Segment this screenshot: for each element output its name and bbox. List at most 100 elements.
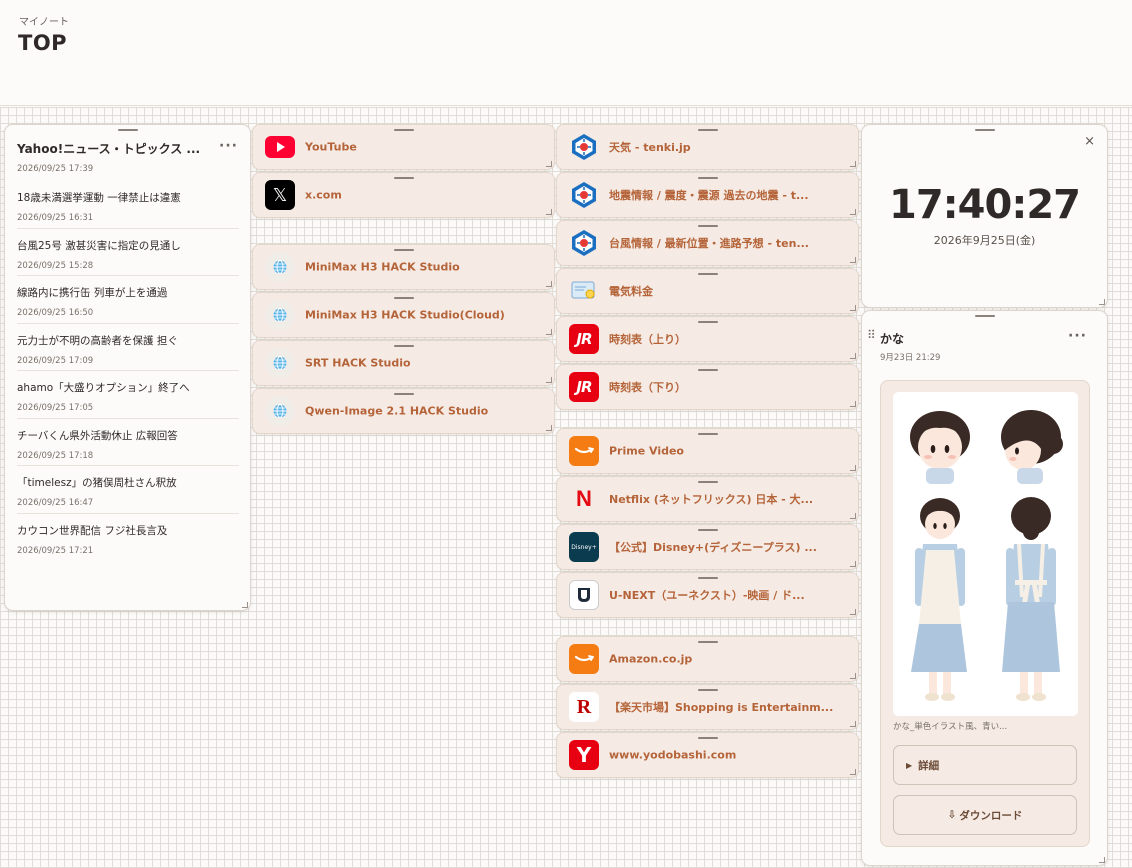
drag-handle[interactable]	[393, 129, 414, 131]
resize-handle[interactable]	[546, 377, 552, 383]
resize-handle[interactable]	[850, 257, 856, 263]
bookmark-item[interactable]: Amazon.co.jp	[556, 636, 859, 682]
drag-handle[interactable]	[697, 273, 718, 275]
bookmark-label: Qwen-Image 2.1 HACK Studio	[305, 404, 489, 418]
bookmark-item[interactable]: 電気料金	[556, 268, 859, 314]
close-button[interactable]: ×	[1084, 134, 1095, 149]
bookmark-item[interactable]: U-NEXT（ユーネクスト）-映画 / ド...	[556, 572, 859, 618]
news-item-time: 2026/09/25 17:05	[17, 403, 94, 413]
drag-handle[interactable]	[697, 641, 718, 643]
bookmark-item[interactable]: N Netflix (ネットフリックス) 日本 - 大...	[556, 476, 859, 522]
news-item[interactable]: 線路内に携行缶 列車が上を通過 2026/09/25 16:50	[17, 276, 239, 324]
bookmark-item[interactable]: Disney+ 【公式】Disney+(ディズニープラス) ...	[556, 524, 859, 570]
drag-handle[interactable]	[697, 433, 718, 435]
download-button[interactable]: ⇩ ダウンロード	[893, 795, 1077, 835]
news-widget: Yahoo!ニュース・トピックス ... ··· 2026/09/25 17:3…	[4, 124, 251, 611]
bookmark-item[interactable]: 台風情報 / 最新位置・進路予想 - ten...	[556, 220, 859, 266]
resize-handle[interactable]	[850, 305, 856, 311]
bookmark-item[interactable]: 地震情報 / 震度・震源 過去の地震 - t...	[556, 172, 859, 218]
bookmark-label: MiniMax H3 HACK Studio	[305, 260, 460, 274]
bookmark-item[interactable]: 天気 - tenki.jp	[556, 124, 859, 170]
drag-handle[interactable]	[697, 225, 718, 227]
resize-handle[interactable]	[546, 329, 552, 335]
drag-handle[interactable]	[697, 529, 718, 531]
image-card: かな_単色イラスト風、青い... ▶ 詳細 ⇩ ダウンロード	[880, 380, 1090, 847]
drag-handle[interactable]	[393, 393, 414, 395]
drag-handle[interactable]	[697, 129, 718, 131]
drag-handle[interactable]	[393, 249, 414, 251]
resize-handle[interactable]	[850, 673, 856, 679]
bookmark-item[interactable]: JR 時刻表（下り）	[556, 364, 859, 410]
bookmark-item[interactable]: MiniMax H3 HACK Studio	[252, 244, 555, 290]
bookmark-item[interactable]: 𝕏x.com	[252, 172, 555, 218]
more-options-button[interactable]: ···	[219, 138, 238, 154]
resize-handle[interactable]	[850, 401, 856, 407]
x-icon: 𝕏	[265, 180, 295, 210]
resize-handle[interactable]	[850, 609, 856, 615]
bookmark-label: 【公式】Disney+(ディズニープラス) ...	[609, 541, 817, 554]
drag-handle[interactable]	[697, 577, 718, 579]
more-options-button[interactable]: ···	[1068, 328, 1087, 344]
news-item[interactable]: 18歳未満選挙運動 一律禁止は違憲 2026/09/25 16:31	[17, 181, 239, 229]
resize-handle[interactable]	[1099, 299, 1105, 305]
bookmark-label: SRT HACK Studio	[305, 356, 411, 370]
news-item-title: チーバくん県外活動休止 広報回答	[17, 429, 178, 442]
drag-handle[interactable]	[697, 481, 718, 483]
resize-handle[interactable]	[850, 721, 856, 727]
drag-handle[interactable]	[697, 737, 718, 739]
bookmark-item[interactable]: Qwen-Image 2.1 HACK Studio	[252, 388, 555, 434]
bookmark-label: 地震情報 / 震度・震源 過去の地震 - t...	[609, 189, 809, 202]
drag-handle[interactable]	[393, 177, 414, 179]
resize-handle[interactable]	[546, 209, 552, 215]
resize-handle[interactable]	[850, 353, 856, 359]
drag-handle[interactable]	[117, 129, 138, 131]
drag-handle[interactable]	[393, 297, 414, 299]
news-item-title: ahamo「大盛りオプション」終了へ	[17, 382, 190, 394]
bookmark-item[interactable]: MiniMax H3 HACK Studio(Cloud)	[252, 292, 555, 338]
bookmark-item[interactable]: R 【楽天市場】Shopping is Entertainm...	[556, 684, 859, 730]
resize-handle[interactable]	[850, 161, 856, 167]
news-widget-title: Yahoo!ニュース・トピックス ...	[17, 142, 201, 156]
bookmark-item[interactable]: Prime Video	[556, 428, 859, 474]
resize-handle[interactable]	[242, 602, 248, 608]
news-item[interactable]: 台風25号 激甚災害に指定の見通し 2026/09/25 15:28	[17, 229, 239, 276]
news-item[interactable]: チーバくん県外活動休止 広報回答 2026/09/25 17:18	[17, 419, 239, 466]
news-item-title: 「timelesz」の猪俣周杜さん釈放	[17, 477, 177, 489]
character-sheet-image[interactable]	[893, 392, 1078, 716]
resize-handle[interactable]	[1099, 857, 1105, 863]
bookmark-item[interactable]: SRT HACK Studio	[252, 340, 555, 386]
news-item[interactable]: 「timelesz」の猪俣周杜さん釈放 2026/09/25 16:47	[17, 466, 239, 514]
amazon-icon	[569, 644, 599, 674]
resize-handle[interactable]	[850, 209, 856, 215]
resize-handle[interactable]	[850, 465, 856, 471]
resize-handle[interactable]	[850, 513, 856, 519]
details-toggle[interactable]: ▶ 詳細	[893, 745, 1077, 785]
illustration-icon	[893, 392, 1078, 716]
drag-handle[interactable]	[697, 369, 718, 371]
news-item-title: 線路内に携行缶 列車が上を通過	[17, 287, 168, 299]
drag-handle[interactable]	[697, 177, 718, 179]
rakuten-icon: R	[569, 692, 599, 722]
news-updated-time: 2026/09/25 17:39	[17, 164, 94, 174]
news-item[interactable]: 元力士が不明の高齢者を保護 担ぐ 2026/09/25 17:09	[17, 324, 239, 371]
bookmark-item[interactable]: Ywww.yodobashi.com	[556, 732, 859, 778]
drag-dots-icon[interactable]: ⠿	[867, 328, 876, 342]
bookmark-item[interactable]: YouTube	[252, 124, 555, 170]
jr-icon: JR	[569, 372, 599, 402]
bookmark-item[interactable]: JR 時刻表（上り）	[556, 316, 859, 362]
resize-handle[interactable]	[850, 561, 856, 567]
details-label: 詳細	[918, 759, 940, 772]
drag-handle[interactable]	[974, 315, 995, 317]
news-list: 18歳未満選挙運動 一律禁止は違憲 2026/09/25 16:31 台風25号 激…	[17, 181, 239, 561]
resize-handle[interactable]	[546, 425, 552, 431]
drag-handle[interactable]	[697, 689, 718, 691]
news-item[interactable]: カウコン世界配信 フジ社長言及 2026/09/25 17:21	[17, 514, 239, 562]
drag-handle[interactable]	[974, 129, 995, 131]
resize-handle[interactable]	[850, 769, 856, 775]
news-item[interactable]: ahamo「大盛りオプション」終了へ 2026/09/25 17:05	[17, 371, 239, 419]
drag-handle[interactable]	[697, 321, 718, 323]
memo-time: 9月23日 21:29	[880, 353, 941, 363]
resize-handle[interactable]	[546, 161, 552, 167]
drag-handle[interactable]	[393, 345, 414, 347]
resize-handle[interactable]	[546, 281, 552, 287]
